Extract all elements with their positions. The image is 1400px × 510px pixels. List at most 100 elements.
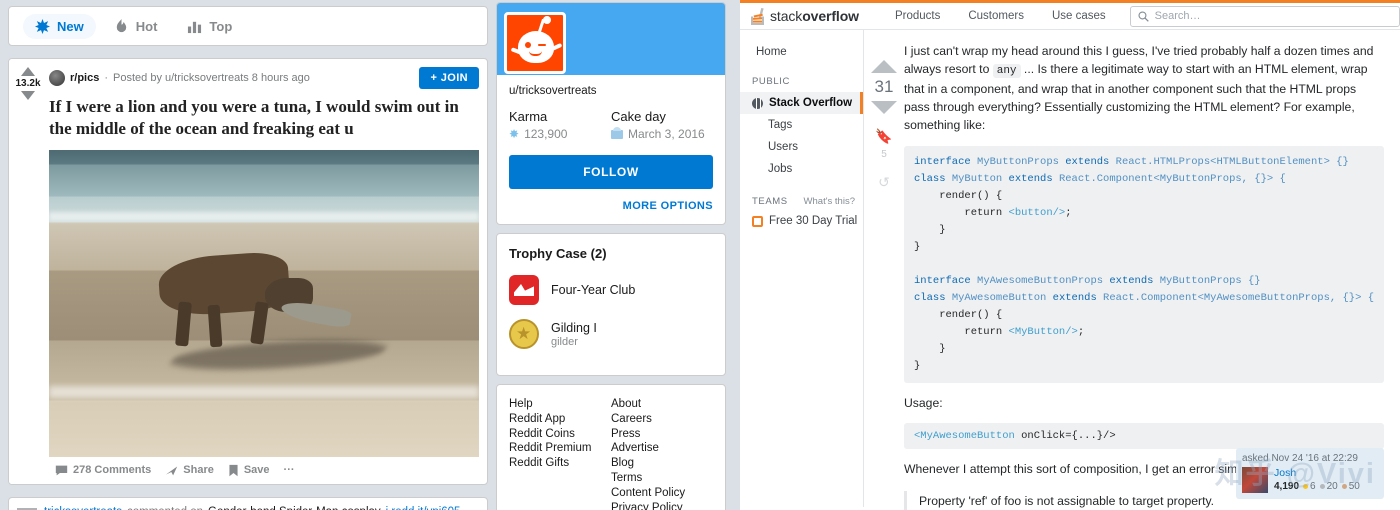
sidebar-item-users[interactable]: Users xyxy=(740,136,863,158)
owner-name[interactable]: Josh xyxy=(1274,467,1360,479)
post-image[interactable] xyxy=(49,149,479,457)
footer-link-blog[interactable]: Blog xyxy=(611,456,713,471)
footer-link-privacy-policy[interactable]: Privacy Policy xyxy=(611,501,713,510)
so-sidebar: Home PUBLIC Stack Overflow Tags Users Jo… xyxy=(740,30,864,507)
post-more-button[interactable]: ··· xyxy=(284,464,295,476)
sidebar-item-home[interactable]: Home xyxy=(740,42,863,62)
whats-this-link[interactable]: What's this? xyxy=(804,196,855,207)
question-bookmark-icon[interactable]: 🔖 xyxy=(875,128,892,145)
activity-link[interactable]: i.redd.it/vpj605... xyxy=(386,506,470,510)
upvote-arrow-icon[interactable] xyxy=(21,67,35,76)
save-label: Save xyxy=(243,464,270,476)
gold-badge-icon xyxy=(1303,484,1309,489)
sort-tab-hot-label: Hot xyxy=(135,18,158,34)
footer-link-reddit-gifts[interactable]: Reddit Gifts xyxy=(509,456,611,471)
post-card: 13.2k r/pics · Posted by u/tricksovertre… xyxy=(8,58,488,485)
sort-tab-new[interactable]: New xyxy=(23,13,96,39)
code2-l1-t1: MyAwesomeButtonProps xyxy=(970,274,1110,287)
nav-customers[interactable]: Customers xyxy=(954,10,1038,22)
comment-icon xyxy=(55,465,68,475)
subreddit-name[interactable]: r/pics xyxy=(70,72,99,84)
activity-user[interactable]: tricksovertreats xyxy=(44,506,122,510)
footer-link-advertise[interactable]: Advertise xyxy=(611,441,713,456)
code1-l1-kw2: extends xyxy=(1065,155,1110,168)
sidebar-item-free-trial[interactable]: Free 30 Day Trial xyxy=(740,212,863,227)
asked-timestamp: asked Nov 24 '16 at 22:29 xyxy=(1242,453,1358,464)
sidebar-teams-row: TEAMS What's this? xyxy=(740,180,863,212)
save-button[interactable]: Save xyxy=(228,464,270,477)
comments-button[interactable]: 278 Comments xyxy=(55,464,151,477)
question-downvote-icon[interactable] xyxy=(871,101,897,114)
sort-tab-top[interactable]: Top xyxy=(175,14,244,39)
footer-link-help[interactable]: Help xyxy=(509,397,611,412)
dog-leg-front xyxy=(175,301,192,346)
question-history-icon[interactable]: ↺ xyxy=(878,174,890,191)
post-title[interactable]: If I were a lion and you were a tuna, I … xyxy=(49,96,473,140)
footer-link-reddit-premium[interactable]: Reddit Premium xyxy=(509,441,611,456)
downvote-arrow-icon[interactable] xyxy=(21,91,35,100)
trophy-sub-2: gilder xyxy=(551,335,578,348)
footer-link-reddit-app[interactable]: Reddit App xyxy=(509,412,611,427)
code2-l2-kw1: class xyxy=(914,291,946,304)
wave-foam-upper xyxy=(49,211,479,221)
post-byline: Posted by u/tricksovertreats 8 hours ago xyxy=(113,72,310,84)
comments-label: 278 Comments xyxy=(73,464,152,476)
feed-sort-bar: New Hot Top xyxy=(8,6,488,46)
search-input[interactable]: Search… xyxy=(1129,5,1400,27)
code1-l2-kw2: extends xyxy=(1008,172,1053,185)
sidebar-section-public: PUBLIC xyxy=(752,76,790,87)
sort-tab-hot[interactable]: Hot xyxy=(102,14,170,39)
owner-avatar[interactable] xyxy=(1242,467,1268,493)
stack-overflow-logo-icon xyxy=(750,7,765,25)
code1-l1-kw1: interface xyxy=(914,155,971,168)
teams-box-icon xyxy=(752,215,763,227)
so-logo-bold: overflow xyxy=(802,8,859,24)
post-header: r/pics · Posted by u/tricksovertreats 8 … xyxy=(49,67,479,89)
activity-title[interactable]: Gender-bend Spider-Man cosplay xyxy=(208,506,381,510)
so-logo[interactable]: stackoverflow xyxy=(750,7,859,25)
sidebar-item-stack-overflow[interactable]: Stack Overflow xyxy=(740,92,863,114)
share-button[interactable]: Share xyxy=(165,464,214,477)
cake-icon xyxy=(611,126,623,139)
code1-l4-b: ; xyxy=(1065,206,1072,219)
more-options-link[interactable]: MORE OPTIONS xyxy=(509,200,713,212)
join-button[interactable]: + JOIN xyxy=(419,67,479,89)
nav-use-cases[interactable]: Use cases xyxy=(1038,10,1120,22)
footer-link-reddit-coins[interactable]: Reddit Coins xyxy=(509,427,611,442)
code1-l4-tag: <button/> xyxy=(1008,206,1066,219)
footer-link-terms[interactable]: Terms xyxy=(611,471,713,486)
footer-link-about[interactable]: About xyxy=(611,397,713,412)
code2-l3: render() { xyxy=(914,308,1003,321)
post-vote-count: 13.2k xyxy=(15,78,41,89)
code2-l6: } xyxy=(914,359,921,372)
question-post: I just can't wrap my head around this I … xyxy=(904,42,1400,510)
dog-shadow xyxy=(164,335,393,374)
cakeday-stat: Cake day March 3, 2016 xyxy=(611,109,713,141)
trophy-name: Four-Year Club xyxy=(551,283,636,297)
trophy-case-card: Trophy Case (2) Four-Year Club ★ Gilding… xyxy=(496,233,726,376)
sidebar-item-stack-overflow-label: Stack Overflow xyxy=(769,97,853,109)
footer-link-content-policy[interactable]: Content Policy xyxy=(611,486,713,501)
trophy-item-gilding[interactable]: ★ Gilding I gilder xyxy=(509,319,713,349)
karma-label: Karma xyxy=(509,109,548,124)
gold-badge-count: 6 xyxy=(1310,481,1316,492)
header-separator: · xyxy=(104,72,109,84)
screenshot-root: New Hot Top 13.2k r/pics · Posted by u/t… xyxy=(0,0,1400,510)
trophy-item-four-year-club[interactable]: Four-Year Club xyxy=(509,275,713,305)
code2-l4-a: return xyxy=(914,325,1009,338)
gilding-medal-icon: ★ xyxy=(509,319,539,349)
code2-l5: } xyxy=(914,342,946,355)
follow-button[interactable]: FOLLOW xyxy=(509,155,713,189)
question-bookmark-count: 5 xyxy=(881,149,887,160)
footer-link-press[interactable]: Press xyxy=(611,427,713,442)
question-upvote-icon[interactable] xyxy=(871,60,897,73)
usage-tag: <MyAwesomeButton xyxy=(914,429,1015,442)
code2-l1-kw2: extends xyxy=(1109,274,1154,287)
nav-products[interactable]: Products xyxy=(881,10,954,22)
user-avatar[interactable] xyxy=(504,12,566,74)
flame-icon xyxy=(114,18,129,34)
sidebar-item-tags[interactable]: Tags xyxy=(740,114,863,136)
trophy-text-block-2: Gilding I gilder xyxy=(551,321,597,348)
sidebar-item-jobs[interactable]: Jobs xyxy=(740,158,863,180)
footer-link-careers[interactable]: Careers xyxy=(611,412,713,427)
